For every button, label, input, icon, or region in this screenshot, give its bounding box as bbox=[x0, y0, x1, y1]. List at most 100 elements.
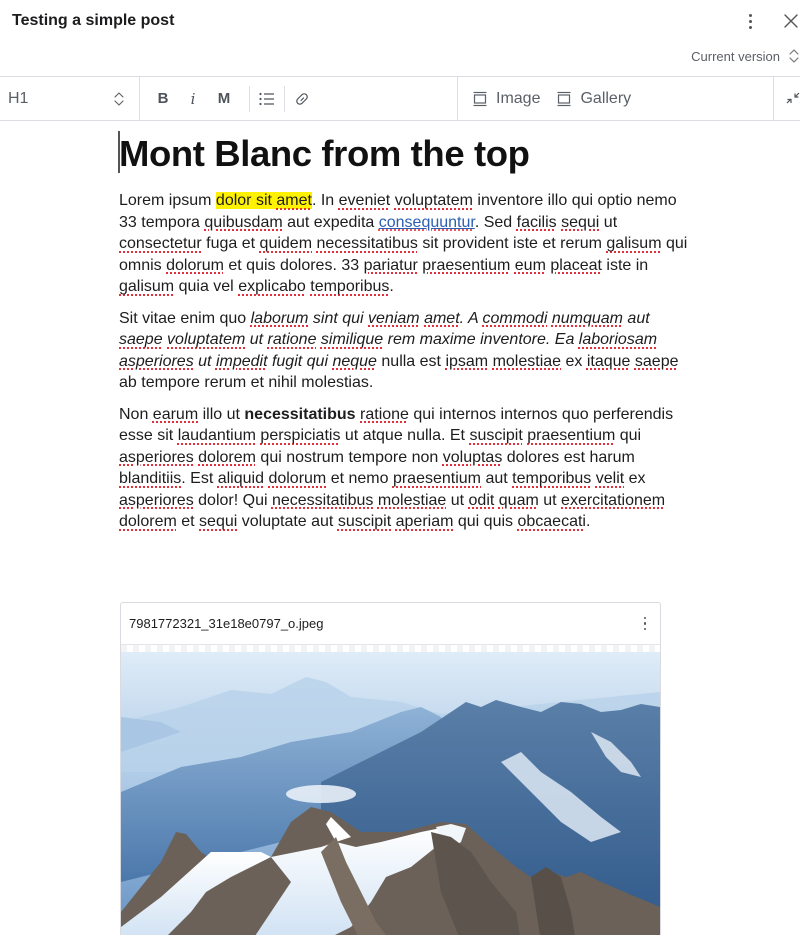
misspelled-word: neque bbox=[332, 352, 377, 370]
misspelled-word: temporibus bbox=[512, 470, 592, 487]
misspelled-word: consectetur bbox=[119, 235, 202, 252]
more-options-icon[interactable] bbox=[743, 10, 757, 32]
chevron-up-down-icon bbox=[114, 91, 124, 106]
close-icon[interactable] bbox=[782, 11, 800, 31]
misspelled-word: facilis bbox=[516, 213, 557, 231]
italic-text: . A bbox=[459, 309, 483, 327]
text-run: . Est bbox=[181, 470, 218, 487]
link-icon bbox=[296, 92, 308, 105]
chevron-up-down-icon bbox=[789, 49, 799, 63]
misspelled-word: numquam bbox=[551, 309, 623, 327]
misspelled-word: molestiae bbox=[492, 352, 562, 370]
document-title: Testing a simple post bbox=[12, 12, 175, 29]
misspelled-word: commodi bbox=[482, 309, 548, 327]
misspelled-word: voluptas bbox=[442, 448, 503, 466]
misspelled-word: voluptatem bbox=[167, 331, 246, 348]
italic-button[interactable]: i bbox=[188, 85, 198, 113]
image-block-header: 7981772321_31e18e0797_o.jpeg bbox=[121, 603, 660, 645]
misspelled-word: praesentium bbox=[527, 427, 616, 444]
post-title[interactable]: Mont Blanc from the top bbox=[119, 133, 694, 175]
misspelled-word: sequi bbox=[199, 513, 238, 530]
text-run: et nemo bbox=[326, 470, 393, 487]
misspelled-word: galisum bbox=[119, 278, 175, 295]
misspelled-word: saepe bbox=[634, 352, 679, 370]
text-run: ut atque nulla. Et bbox=[340, 427, 470, 444]
text-run: ab tempore rerum et nihil molestias. bbox=[119, 374, 374, 391]
bold-text: necessitatibus bbox=[244, 405, 356, 423]
text-run: . In bbox=[311, 192, 339, 209]
misspelled-word: molestiae bbox=[377, 491, 447, 509]
misspelled-word: praesentium bbox=[422, 256, 511, 274]
insert-gallery-button[interactable]: Gallery bbox=[556, 90, 631, 108]
misspelled-word: laboriosam bbox=[578, 331, 658, 348]
misspelled-word: necessitatibus bbox=[271, 491, 374, 509]
text-run: ut bbox=[599, 213, 618, 231]
misspelled-word: suscipit bbox=[337, 513, 392, 530]
text-run: qui bbox=[615, 427, 642, 444]
block-style-select[interactable]: H1 bbox=[0, 77, 140, 120]
misspelled-word: asperiores bbox=[119, 448, 194, 466]
misspelled-word: sequi bbox=[561, 213, 600, 231]
misspelled-word: dolorum bbox=[166, 256, 224, 274]
misspelled-word: asperiores bbox=[119, 352, 194, 370]
misspelled-word: blanditiis bbox=[119, 470, 182, 487]
mountain-photo[interactable] bbox=[121, 652, 660, 935]
image-menu-icon[interactable] bbox=[640, 614, 650, 634]
image-filename: 7981772321_31e18e0797_o.jpeg bbox=[129, 616, 324, 631]
misspelled-word: placeat bbox=[550, 256, 602, 274]
bold-button[interactable]: B bbox=[156, 85, 170, 113]
misspelled-word: laudantium bbox=[177, 427, 256, 444]
misspelled-word: odit bbox=[468, 491, 495, 509]
version-selector[interactable]: Current version bbox=[691, 47, 800, 65]
misspelled-word: explicabo bbox=[238, 278, 306, 295]
text-run: ut bbox=[538, 491, 562, 509]
bulleted-list-button[interactable] bbox=[258, 85, 276, 113]
text-run: voluptate aut bbox=[237, 513, 338, 530]
italic-text: ut bbox=[193, 352, 216, 370]
misspelled-word: ratione bbox=[360, 405, 409, 423]
text-run: et quis dolores. 33 bbox=[223, 256, 364, 274]
toolbar-divider bbox=[284, 85, 285, 112]
insert-gallery-label: Gallery bbox=[580, 89, 632, 107]
text-run: aut bbox=[481, 470, 513, 487]
image-block[interactable]: 7981772321_31e18e0797_o.jpeg bbox=[120, 602, 661, 935]
italic-text: aut bbox=[622, 309, 650, 327]
text-run: . bbox=[585, 513, 591, 530]
text-run: ex bbox=[561, 352, 587, 370]
highlighted-text: amet bbox=[276, 192, 312, 209]
collapse-arrows-icon bbox=[786, 92, 800, 103]
collapse-toolbar-button[interactable] bbox=[774, 77, 800, 120]
formatting-toolbar: H1 B i M Image Gallery bbox=[0, 76, 800, 121]
paragraph[interactable]: Non earum illo ut necessitatibus ratione… bbox=[119, 404, 694, 533]
inline-link[interactable]: consequuntur bbox=[379, 214, 475, 231]
misspelled-word: dolorem bbox=[119, 513, 177, 530]
text-run: dolor! Qui bbox=[193, 491, 272, 509]
italic-text: fugit qui bbox=[267, 352, 333, 370]
insert-image-button[interactable]: Image bbox=[472, 90, 540, 108]
misspelled-word: ipsam bbox=[445, 352, 489, 370]
inline-format-group: B i M bbox=[140, 77, 458, 120]
image-block-icon bbox=[473, 91, 487, 106]
misspelled-word: exercitationem bbox=[561, 491, 666, 509]
misspelled-word: earum bbox=[152, 405, 199, 423]
misspelled-word: saepe bbox=[119, 331, 163, 348]
text-run: . Sed bbox=[474, 213, 517, 231]
block-style-value: H1 bbox=[8, 89, 29, 107]
gallery-block-icon bbox=[557, 91, 571, 106]
post-body[interactable]: Mont Blanc from the top Lorem ipsum dolo… bbox=[119, 121, 694, 533]
misspelled-word: veniam bbox=[368, 309, 420, 327]
misspelled-word: laborum bbox=[250, 309, 309, 327]
misspelled-word: asperiores bbox=[119, 491, 194, 509]
paragraph[interactable]: Lorem ipsum dolor sit amet. In eveniet v… bbox=[119, 190, 694, 298]
text-run: dolores est harum bbox=[502, 448, 635, 466]
transparency-strip bbox=[121, 645, 660, 652]
paragraph[interactable]: Sit vitae enim quo laborum sint qui veni… bbox=[119, 308, 694, 394]
monospace-button[interactable]: M bbox=[216, 85, 232, 113]
misspelled-word: impedit bbox=[215, 352, 268, 370]
link-button[interactable] bbox=[293, 85, 311, 113]
text-run: et bbox=[176, 513, 200, 530]
text-run: ex bbox=[624, 470, 646, 487]
misspelled-word: galisum bbox=[606, 235, 662, 252]
misspelled-word: aliquid bbox=[217, 470, 264, 487]
misspelled-word: suscipit bbox=[469, 427, 523, 444]
